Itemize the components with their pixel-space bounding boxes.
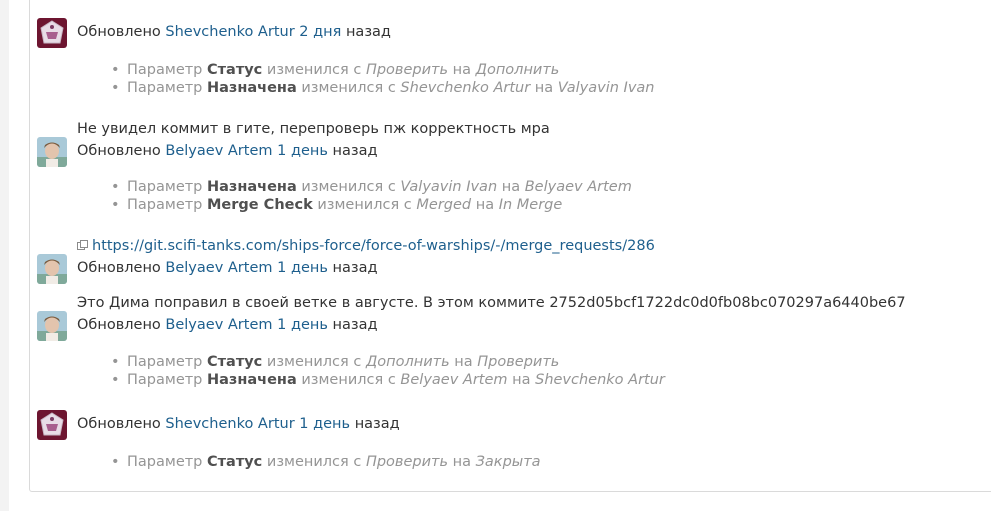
left-panel-edge xyxy=(0,0,9,511)
change-item: Параметр Назначена изменился с Belyaev A… xyxy=(108,371,665,389)
time-link[interactable]: 1 день xyxy=(277,143,328,159)
journal-header: Обновлено Belyaev Artem 1 день назад xyxy=(77,317,378,333)
change-list: Параметр Статус изменился с Дополнить на… xyxy=(108,353,665,389)
time-link[interactable]: 1 день xyxy=(277,317,328,333)
change-list: Параметр Статус изменился с Проверить на… xyxy=(108,61,655,97)
change-item: Параметр Статус изменился с Дополнить на… xyxy=(108,353,665,371)
change-item: Параметр Статус изменился с Проверить на… xyxy=(108,453,541,471)
journal-note: https://git.scifi-tanks.com/ships-force/… xyxy=(77,236,655,256)
avatar-belyaev[interactable] xyxy=(37,254,67,284)
change-item: Параметр Merge Check изменился с Merged … xyxy=(108,196,632,214)
author-link[interactable]: Belyaev Artem xyxy=(165,317,272,333)
change-item: Параметр Назначена изменился с Shevchenk… xyxy=(108,79,655,97)
external-link-icon xyxy=(77,236,88,250)
author-link[interactable]: Shevchenko Artur xyxy=(165,24,294,40)
time-link[interactable]: 1 день xyxy=(277,260,328,276)
journal-header: Обновлено Shevchenko Artur 2 дня назад xyxy=(77,22,391,42)
change-item: Параметр Назначена изменился с Valyavin … xyxy=(108,178,632,196)
change-list: Параметр Назначена изменился с Valyavin … xyxy=(108,178,632,214)
avatar-belyaev[interactable] xyxy=(37,311,67,341)
journal-header: Обновлено Belyaev Artem 1 день назад xyxy=(77,260,378,276)
time-link[interactable]: 1 день xyxy=(299,416,350,432)
avatar-shevchenko[interactable] xyxy=(37,410,67,440)
change-item: Параметр Статус изменился с Проверить на… xyxy=(108,61,655,79)
author-link[interactable]: Belyaev Artem xyxy=(165,260,272,276)
time-link[interactable]: 2 дня xyxy=(299,24,341,40)
avatar-shevchenko[interactable] xyxy=(37,18,67,48)
ago-label: назад xyxy=(345,24,391,40)
avatar-belyaev[interactable] xyxy=(37,137,67,167)
journal-note: Это Дима поправил в своей ветке в август… xyxy=(77,295,906,311)
author-link[interactable]: Belyaev Artem xyxy=(165,143,272,159)
journal-note: Не увидел коммит в гите, перепроверь пж … xyxy=(77,121,550,137)
journal-header: Обновлено Belyaev Artem 1 день назад xyxy=(77,143,378,159)
change-list: Параметр Статус изменился с Проверить на… xyxy=(108,453,541,471)
updated-label: Обновлено xyxy=(77,24,161,40)
merge-request-link[interactable]: https://git.scifi-tanks.com/ships-force/… xyxy=(92,238,655,254)
author-link[interactable]: Shevchenko Artur xyxy=(165,416,294,432)
journal-header: Обновлено Shevchenko Artur 1 день назад xyxy=(77,416,400,432)
